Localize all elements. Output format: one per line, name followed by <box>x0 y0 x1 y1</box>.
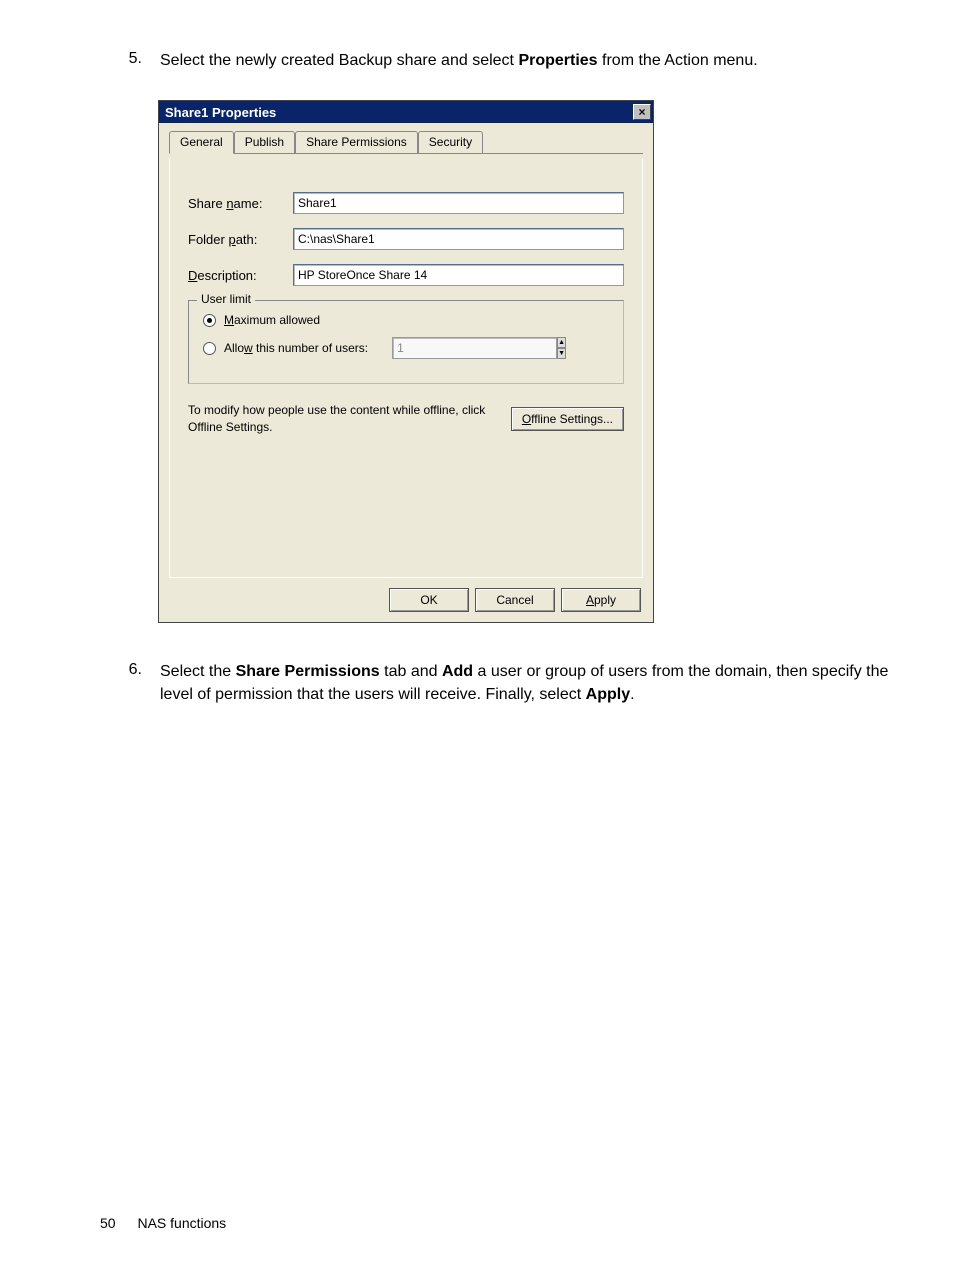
tab-panel-general: Share name: Folder path: Description: <box>169 158 643 578</box>
tab-share-permissions[interactable]: Share Permissions <box>295 131 418 153</box>
spinner-buttons[interactable]: ▲ ▼ <box>557 337 566 359</box>
spinner-down-icon[interactable]: ▼ <box>557 348 566 359</box>
step5-bold: Properties <box>518 52 597 69</box>
offline-text: To modify how people use the content whi… <box>188 402 488 436</box>
s6t4: . <box>630 686 634 703</box>
step-number: 5. <box>100 50 160 72</box>
cancel-button[interactable]: Cancel <box>475 588 555 612</box>
l1b: n <box>226 196 233 211</box>
radio-allow-icon <box>203 342 216 355</box>
r1a: M <box>224 313 234 327</box>
step5-before: Select the newly created Backup share an… <box>160 52 518 69</box>
tab-strip: General Publish Share Permissions Securi… <box>169 131 643 154</box>
l3a: D <box>188 268 197 283</box>
s6b1: Share Permissions <box>236 663 380 680</box>
description-input[interactable] <box>293 264 624 286</box>
folder-path-input[interactable] <box>293 228 624 250</box>
properties-dialog: Share1 Properties × General Publish Shar… <box>158 100 654 623</box>
tab-general[interactable]: General <box>169 131 234 154</box>
step5-after: from the Action menu. <box>598 52 758 69</box>
r2b: w <box>244 341 253 355</box>
row-folder-path: Folder path: <box>188 228 624 250</box>
spinner-input <box>392 337 557 359</box>
tab-security[interactable]: Security <box>418 131 483 153</box>
user-limit-group: User limit Maximum allowed Allow this nu… <box>188 300 624 384</box>
s6t1: Select the <box>160 663 236 680</box>
share-name-input[interactable] <box>293 192 624 214</box>
r1b: aximum allowed <box>234 313 320 327</box>
s6t2: tab and <box>380 663 442 680</box>
dialog-title: Share1 Properties <box>165 105 276 120</box>
page-number: 50 <box>100 1215 116 1231</box>
l3b: escription: <box>197 268 256 283</box>
close-button[interactable]: × <box>633 104 651 120</box>
step-number: 6. <box>100 661 160 706</box>
offline-settings-button[interactable]: Offline Settings... <box>511 407 624 431</box>
l2a: Folder <box>188 232 228 247</box>
dialog-footer: OK Cancel Apply <box>169 578 643 612</box>
apply-button[interactable]: Apply <box>561 588 641 612</box>
step-text: Select the Share Permissions tab and Add… <box>160 661 894 706</box>
s6b3: Apply <box>586 686 630 703</box>
dialog-container: Share1 Properties × General Publish Shar… <box>158 100 894 623</box>
label-description: Description: <box>188 268 293 283</box>
radio-max-icon <box>203 314 216 327</box>
l1c: ame: <box>234 196 263 211</box>
ok-button[interactable]: OK <box>389 588 469 612</box>
page-footer: 50 NAS functions <box>100 1215 226 1231</box>
ob1: O <box>522 412 531 426</box>
title-bar: Share1 Properties × <box>159 101 653 123</box>
l1a: Share <box>188 196 226 211</box>
radio-allow-number[interactable]: Allow this number of users: ▲ ▼ <box>203 337 609 359</box>
user-count-spinner[interactable]: ▲ ▼ <box>392 337 454 359</box>
step-text: Select the newly created Backup share an… <box>160 50 894 72</box>
step-6: 6. Select the Share Permissions tab and … <box>100 661 894 706</box>
step-5: 5. Select the newly created Backup share… <box>100 50 894 72</box>
section-title: NAS functions <box>137 1215 226 1231</box>
ap1: A <box>586 593 594 607</box>
tab-publish[interactable]: Publish <box>234 131 295 153</box>
label-share-name: Share name: <box>188 196 293 211</box>
l2c: ath: <box>236 232 258 247</box>
label-folder-path: Folder path: <box>188 232 293 247</box>
row-description: Description: <box>188 264 624 286</box>
user-limit-title: User limit <box>197 292 255 306</box>
radio-max-allowed[interactable]: Maximum allowed <box>203 313 609 327</box>
dialog-body: General Publish Share Permissions Securi… <box>159 123 653 622</box>
r2c: this number of users: <box>253 341 368 355</box>
offline-row: To modify how people use the content whi… <box>188 402 624 436</box>
ap2: pply <box>594 593 616 607</box>
spinner-up-icon[interactable]: ▲ <box>557 337 566 348</box>
l2b: p <box>228 232 235 247</box>
s6b2: Add <box>442 663 473 680</box>
ob2: ffline Settings... <box>531 412 613 426</box>
row-share-name: Share name: <box>188 192 624 214</box>
r2a: Allo <box>224 341 244 355</box>
